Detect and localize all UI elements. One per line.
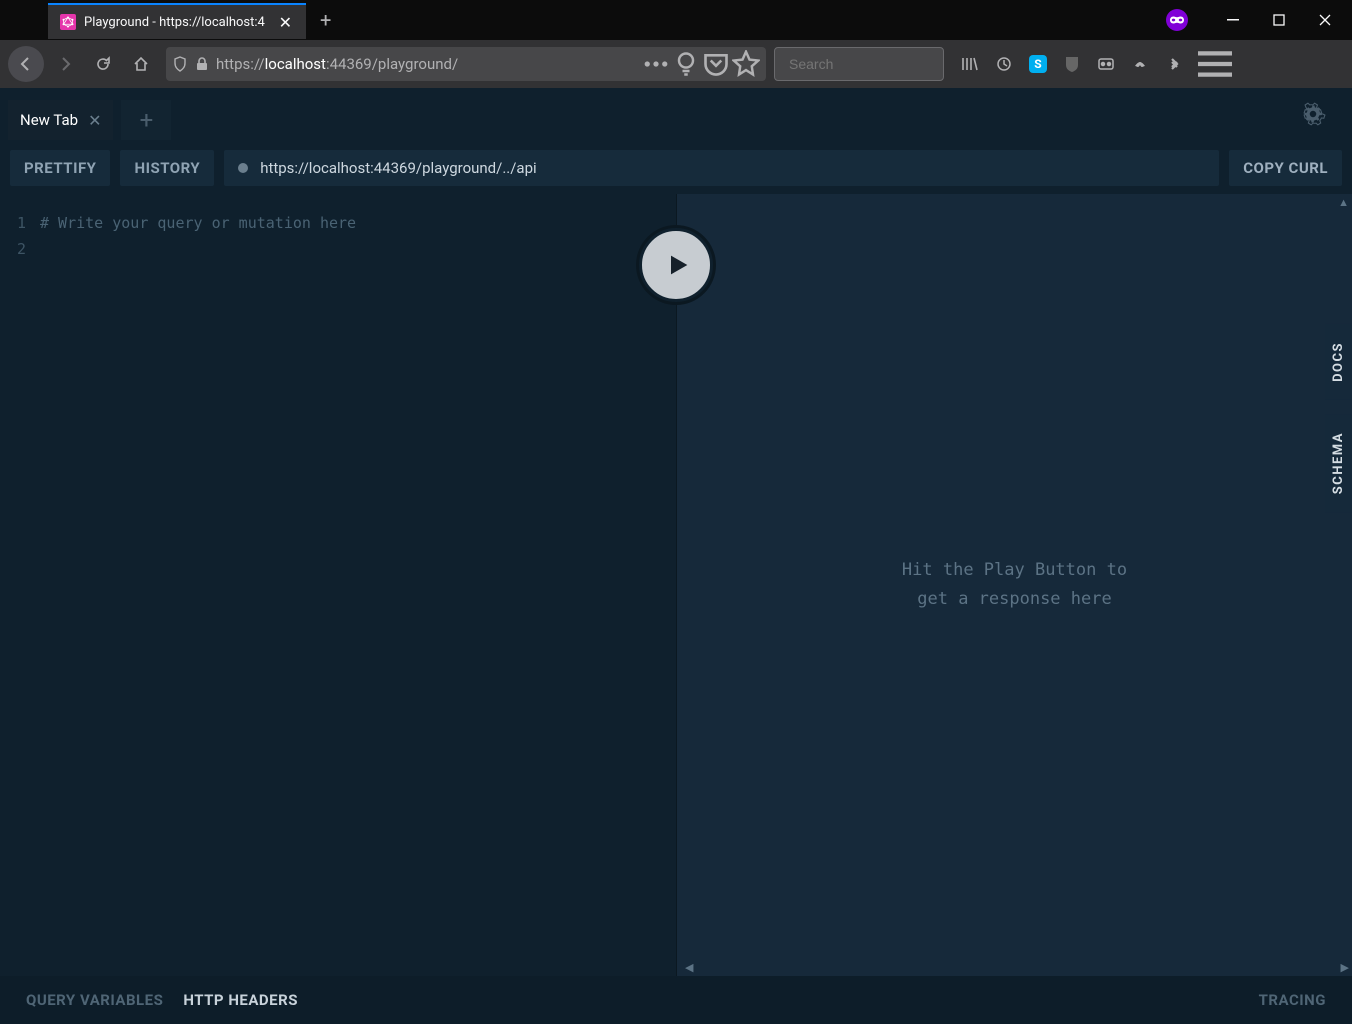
scrollbar[interactable]: ▲ ▶ bbox=[1336, 194, 1352, 976]
lightbulb-icon[interactable] bbox=[672, 50, 700, 78]
window-controls bbox=[1166, 4, 1352, 36]
playground-tabs: New Tab ✕ + bbox=[0, 88, 1352, 144]
playground-toolbar: PRETTIFY HISTORY https://localhost:44369… bbox=[0, 148, 1352, 188]
graphql-favicon bbox=[60, 14, 76, 30]
gear-icon bbox=[1300, 101, 1326, 127]
scroll-up-icon[interactable]: ▲ bbox=[1338, 196, 1349, 209]
placeholder-line: Hit the Play Button to bbox=[902, 556, 1127, 585]
home-button[interactable] bbox=[124, 47, 158, 81]
settings-button[interactable] bbox=[1282, 101, 1344, 131]
copy-curl-button[interactable]: COPY CURL bbox=[1229, 150, 1342, 186]
url-text[interactable]: https://localhost:44369/playground/ bbox=[216, 55, 636, 73]
maximize-button[interactable] bbox=[1256, 4, 1302, 36]
toolbar-extensions: S bbox=[954, 48, 1190, 80]
library-icon[interactable] bbox=[954, 48, 986, 80]
line-number: 1 bbox=[0, 210, 40, 236]
playground-new-tab[interactable]: + bbox=[121, 100, 171, 140]
extension-icon-2[interactable] bbox=[1124, 48, 1156, 80]
minimize-button[interactable] bbox=[1210, 4, 1256, 36]
new-tab-button[interactable]: + bbox=[306, 8, 345, 32]
editor-line: 1 # Write your query or mutation here bbox=[0, 210, 676, 236]
url-host: localhost bbox=[265, 55, 326, 73]
playground-body: 1 # Write your query or mutation here 2 … bbox=[0, 194, 1352, 976]
schema-tab[interactable]: SCHEMA bbox=[1325, 414, 1352, 512]
search-input[interactable] bbox=[789, 56, 970, 72]
tab-strip: Playground - https://localhost:4 ✕ + bbox=[0, 0, 1352, 40]
scroll-left-icon[interactable]: ◀ bbox=[685, 961, 693, 974]
tab-close-icon[interactable]: ✕ bbox=[275, 13, 296, 32]
bookmark-star-icon[interactable] bbox=[732, 50, 760, 78]
page-actions-icon[interactable] bbox=[642, 50, 670, 78]
lock-icon[interactable] bbox=[194, 56, 210, 72]
search-bar[interactable] bbox=[774, 47, 944, 81]
response-pane: Hit the Play Button to get a response he… bbox=[676, 194, 1352, 976]
shield-icon[interactable] bbox=[172, 56, 188, 72]
editor-line: 2 bbox=[0, 236, 676, 262]
scroll-right-icon[interactable]: ▶ bbox=[1341, 961, 1349, 974]
query-editor[interactable]: 1 # Write your query or mutation here 2 bbox=[0, 194, 676, 976]
nav-toolbar: https://localhost:44369/playground/ S bbox=[0, 40, 1352, 88]
tab-title: Playground - https://localhost:4 bbox=[84, 15, 267, 30]
response-placeholder: Hit the Play Button to get a response he… bbox=[902, 556, 1127, 614]
private-browsing-icon bbox=[1166, 9, 1188, 31]
endpoint-url: https://localhost:44369/playground/../ap… bbox=[260, 159, 536, 177]
tracing-tab[interactable]: TRACING bbox=[1259, 991, 1326, 1009]
pocket-icon[interactable] bbox=[702, 50, 730, 78]
http-headers-tab[interactable]: HTTP HEADERS bbox=[183, 991, 298, 1009]
browser-chrome: Playground - https://localhost:4 ✕ + htt… bbox=[0, 0, 1352, 88]
prettify-button[interactable]: PRETTIFY bbox=[10, 150, 110, 186]
url-proto: https:// bbox=[216, 55, 265, 73]
side-tabs: DOCS SCHEMA bbox=[1325, 324, 1352, 512]
execute-button[interactable] bbox=[639, 228, 713, 302]
reload-button[interactable] bbox=[86, 47, 120, 81]
url-bar[interactable]: https://localhost:44369/playground/ bbox=[166, 47, 766, 81]
ublock-icon[interactable] bbox=[1056, 48, 1088, 80]
app-menu-button[interactable] bbox=[1198, 47, 1232, 81]
browser-tab-active[interactable]: Playground - https://localhost:4 ✕ bbox=[48, 3, 306, 39]
playground-tab[interactable]: New Tab ✕ bbox=[8, 100, 113, 140]
line-text: # Write your query or mutation here bbox=[40, 210, 356, 236]
playground-footer: QUERY VARIABLES HTTP HEADERS TRACING bbox=[0, 976, 1352, 1024]
forward-button[interactable] bbox=[48, 47, 82, 81]
endpoint-input[interactable]: https://localhost:44369/playground/../ap… bbox=[224, 150, 1219, 186]
query-variables-tab[interactable]: QUERY VARIABLES bbox=[26, 991, 163, 1009]
extension-icon-1[interactable] bbox=[1090, 48, 1122, 80]
endpoint-status-dot bbox=[238, 163, 248, 173]
docs-tab[interactable]: DOCS bbox=[1325, 324, 1352, 400]
overflow-icon[interactable] bbox=[1158, 48, 1190, 80]
back-button[interactable] bbox=[8, 46, 44, 82]
url-path: :44369/playground/ bbox=[326, 55, 458, 73]
line-number: 2 bbox=[0, 236, 40, 262]
play-icon bbox=[664, 251, 692, 279]
skype-extension-icon[interactable]: S bbox=[1022, 48, 1054, 80]
history-button[interactable]: HISTORY bbox=[120, 150, 214, 186]
close-icon[interactable]: ✕ bbox=[88, 111, 101, 130]
sync-icon[interactable] bbox=[988, 48, 1020, 80]
placeholder-line: get a response here bbox=[902, 585, 1127, 614]
close-window-button[interactable] bbox=[1302, 4, 1348, 36]
playground-tab-label: New Tab bbox=[20, 111, 78, 129]
graphql-playground: New Tab ✕ + PRETTIFY HISTORY https://loc… bbox=[0, 88, 1352, 1024]
